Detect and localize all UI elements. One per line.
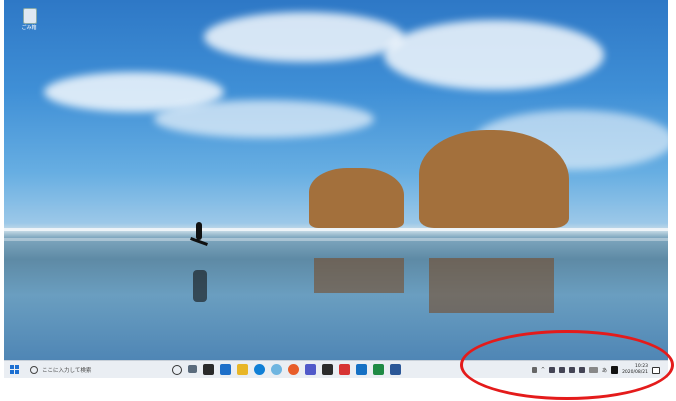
rock-reflection: [429, 258, 554, 313]
runner-reflection: [193, 270, 207, 302]
red-highlight-ellipse: [460, 330, 674, 400]
sea-foam: [4, 238, 668, 241]
rock-reflection: [314, 258, 404, 293]
sea-foam: [4, 228, 668, 231]
recycle-bin-icon[interactable]: ごみ箱: [18, 6, 40, 31]
pinned-apps: [172, 364, 401, 375]
search-box[interactable]: ここに入力して検索: [30, 364, 91, 376]
search-placeholder: ここに入力して検索: [42, 368, 92, 374]
task-view-icon[interactable]: [188, 365, 197, 373]
explorer-icon[interactable]: [237, 364, 248, 375]
word-icon[interactable]: [390, 364, 401, 375]
outlook-icon[interactable]: [356, 364, 367, 375]
rock-right: [419, 130, 569, 228]
firefox-icon[interactable]: [288, 364, 299, 375]
desktop-wallpaper: ごみ箱: [4, 0, 668, 360]
recycle-bin-label: ごみ箱: [21, 25, 37, 31]
mail-icon[interactable]: [220, 364, 231, 375]
teams-icon[interactable]: [305, 364, 316, 375]
start-button[interactable]: [10, 365, 19, 374]
sticky-icon[interactable]: [322, 364, 333, 375]
cortana-icon[interactable]: [172, 365, 182, 375]
runner: [196, 222, 202, 240]
cloud: [384, 20, 604, 90]
cloud: [154, 100, 374, 138]
rock-left: [309, 168, 404, 228]
store-icon[interactable]: [203, 364, 214, 375]
chrome-icon[interactable]: [271, 364, 282, 375]
excel-icon[interactable]: [373, 364, 384, 375]
search-icon: [30, 366, 38, 374]
edge-icon[interactable]: [254, 364, 265, 375]
acrobat-icon[interactable]: [339, 364, 350, 375]
cloud: [204, 12, 404, 62]
